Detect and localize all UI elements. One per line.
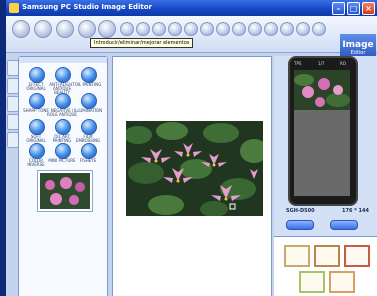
preview-panel: TPS 1/7 RO SGH-D500 176 * 144	[274, 56, 377, 296]
logo-line-1: Image	[342, 40, 374, 50]
frame-thumbnail[interactable]	[344, 245, 370, 267]
effect-button-11[interactable]	[55, 143, 71, 159]
app-icon	[9, 3, 19, 13]
close-button[interactable]: ×	[362, 2, 375, 15]
photo-thumbnail[interactable]	[38, 171, 92, 211]
effect-button-12[interactable]	[81, 143, 97, 159]
tool-button-7[interactable]	[136, 22, 150, 36]
phone-header-left: TPS	[294, 61, 302, 66]
effect-button-4[interactable]	[29, 93, 45, 109]
preview-right-button[interactable]	[330, 220, 358, 230]
effect-button-10[interactable]	[29, 143, 45, 159]
tool-button-12[interactable]	[216, 22, 230, 36]
thumbnail-image	[40, 173, 90, 209]
tool-button-11[interactable]	[200, 22, 214, 36]
minimize-button[interactable]: –	[332, 2, 345, 15]
open-tool-button[interactable]	[12, 20, 30, 38]
effect-button-5[interactable]	[55, 93, 71, 109]
maximize-button[interactable]: □	[347, 2, 360, 15]
tool-button-8[interactable]	[152, 22, 166, 36]
preview-image	[294, 70, 350, 110]
tool-button-16[interactable]	[280, 22, 294, 36]
print-tool-button[interactable]	[56, 20, 74, 38]
tooltip: Introducir/eliminar/mejorar elementos	[90, 38, 194, 48]
effect-label: FISHEYE	[79, 158, 97, 163]
edit-tool-button[interactable]	[98, 20, 116, 38]
main-photo[interactable]	[126, 121, 263, 216]
undo-tool-button[interactable]	[78, 20, 96, 38]
effects-panel: EFFECT ORIGINAL ANTI-ALIGHT ANTIQUE BEAU…	[18, 56, 108, 296]
phone-screen-photo	[294, 70, 350, 110]
phone-header-mid: 1/7	[318, 61, 325, 66]
model-resolution: 176 * 144	[342, 208, 369, 214]
save-tool-button[interactable]	[34, 20, 52, 38]
left-tab-strip	[6, 56, 19, 296]
app-window: Samsung PC Studio Image Editor – □ × Int…	[6, 0, 377, 296]
tool-button-13[interactable]	[232, 22, 246, 36]
frames-strip	[274, 236, 377, 296]
frame-thumbnail[interactable]	[329, 271, 355, 293]
phone-preview: TPS 1/7 RO	[288, 56, 358, 206]
effect-button-7[interactable]	[29, 119, 45, 135]
frame-thumbnail[interactable]	[299, 271, 325, 293]
canvas-panel	[112, 56, 272, 296]
effect-label: FILM EMBOSSING	[75, 134, 101, 143]
effect-button-3[interactable]	[81, 67, 97, 83]
lotus-photo	[126, 121, 263, 216]
phone-screen-header: TPS 1/7 RO	[294, 61, 350, 69]
effect-button-1[interactable]	[29, 67, 45, 83]
preview-left-button[interactable]	[286, 220, 314, 230]
effect-button-2[interactable]	[55, 67, 71, 83]
effect-button-6[interactable]	[81, 93, 97, 109]
phone-header-right: RO	[340, 61, 346, 66]
tool-button-17[interactable]	[296, 22, 310, 36]
effect-button-8[interactable]	[55, 119, 71, 135]
tool-button-10[interactable]	[184, 22, 198, 36]
frame-thumbnail[interactable]	[284, 245, 310, 267]
tool-button-15[interactable]	[264, 22, 278, 36]
window-title: Samsung PC Studio Image Editor	[22, 3, 152, 11]
model-name: SGH-D500	[286, 208, 315, 214]
model-info: SGH-D500 176 * 144	[278, 208, 374, 218]
frame-thumbnail[interactable]	[314, 245, 340, 267]
tool-button-18[interactable]	[312, 22, 326, 36]
tool-button-6[interactable]	[120, 22, 134, 36]
title-bar: Samsung PC Studio Image Editor – □ ×	[6, 0, 377, 16]
effect-button-9[interactable]	[81, 119, 97, 135]
effect-label: OIL PAINTING	[74, 82, 102, 87]
tool-button-14[interactable]	[248, 22, 262, 36]
phone-screen-empty	[294, 110, 350, 196]
effect-label: ILLUMINATION	[73, 108, 103, 113]
toolbar: Introducir/eliminar/mejorar elementos Im…	[6, 16, 377, 64]
tool-button-9[interactable]	[168, 22, 182, 36]
panel-header	[19, 57, 107, 63]
